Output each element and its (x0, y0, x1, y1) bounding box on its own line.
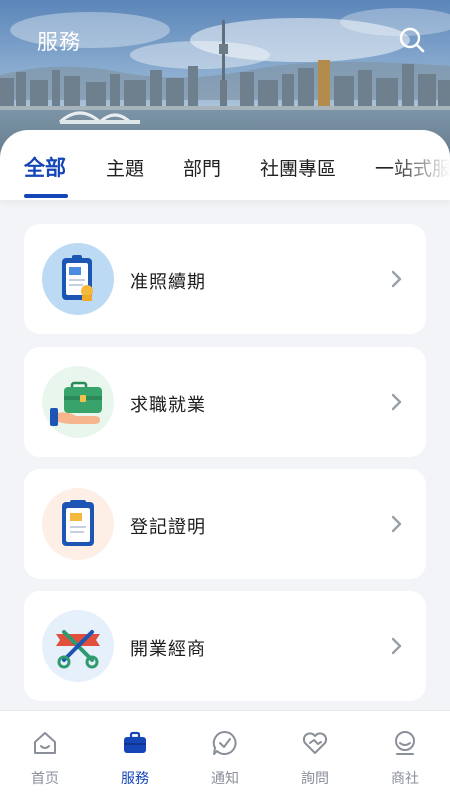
tab-scroll-fade (390, 130, 450, 200)
chevron-right-icon (391, 393, 402, 411)
service-label: 求職就業 (130, 395, 206, 416)
chat-check-icon (212, 730, 237, 755)
user-chat-icon (395, 731, 415, 755)
nav-community[interactable]: 商社 (360, 711, 450, 800)
nav-label: 通知 (211, 771, 239, 787)
nav-home[interactable]: 首页 (0, 711, 90, 800)
tab-associations[interactable]: 社團專區 (260, 154, 336, 181)
service-card-registration-certificate[interactable]: 登記證明 (24, 469, 426, 579)
nav-services[interactable]: 服務 (90, 711, 180, 800)
service-label: 開業經商 (130, 639, 206, 660)
service-icon-container (42, 610, 114, 682)
clipboard-document-icon (62, 500, 94, 546)
briefcase-icon (124, 731, 146, 753)
chevron-right-icon (391, 515, 402, 533)
chevron-right-icon (391, 637, 402, 655)
service-label: 准照續期 (130, 272, 206, 293)
service-card-license-renewal[interactable]: 准照續期 (24, 224, 426, 334)
home-icon (34, 732, 56, 754)
service-label: 登記證明 (130, 517, 206, 538)
search-button[interactable] (398, 26, 426, 54)
tab-departments[interactable]: 部門 (183, 154, 221, 181)
briefcase-hand-icon (50, 381, 102, 426)
service-icon-container (42, 366, 114, 438)
service-icon-container (42, 243, 114, 315)
chevron-right-icon (391, 270, 402, 288)
heart-handshake-icon (302, 732, 328, 754)
service-card-business-opening[interactable]: 開業經商 (24, 591, 426, 701)
nav-label: 詢問 (301, 771, 329, 787)
category-tabs: 全部 主題 部門 社團專區 一站式服 (0, 130, 450, 200)
active-tab-indicator (24, 194, 68, 198)
tab-all[interactable]: 全部 (24, 152, 66, 182)
page-title: 服務 (37, 30, 81, 54)
nav-label: 商社 (391, 771, 419, 787)
nav-label: 首页 (31, 771, 59, 787)
search-icon (399, 27, 425, 53)
nav-inquiry[interactable]: 詢問 (270, 711, 360, 800)
service-card-job-seeking[interactable]: 求職就業 (24, 347, 426, 457)
tab-topics[interactable]: 主題 (106, 154, 144, 181)
nav-notifications[interactable]: 通知 (180, 711, 270, 800)
nav-label: 服務 (121, 771, 149, 787)
license-certificate-icon (62, 255, 93, 301)
ribbon-scissors-icon (56, 630, 100, 669)
service-icon-container (42, 488, 114, 560)
bottom-navigation: 首页 服務 通知 詢問 商社 (0, 710, 450, 800)
